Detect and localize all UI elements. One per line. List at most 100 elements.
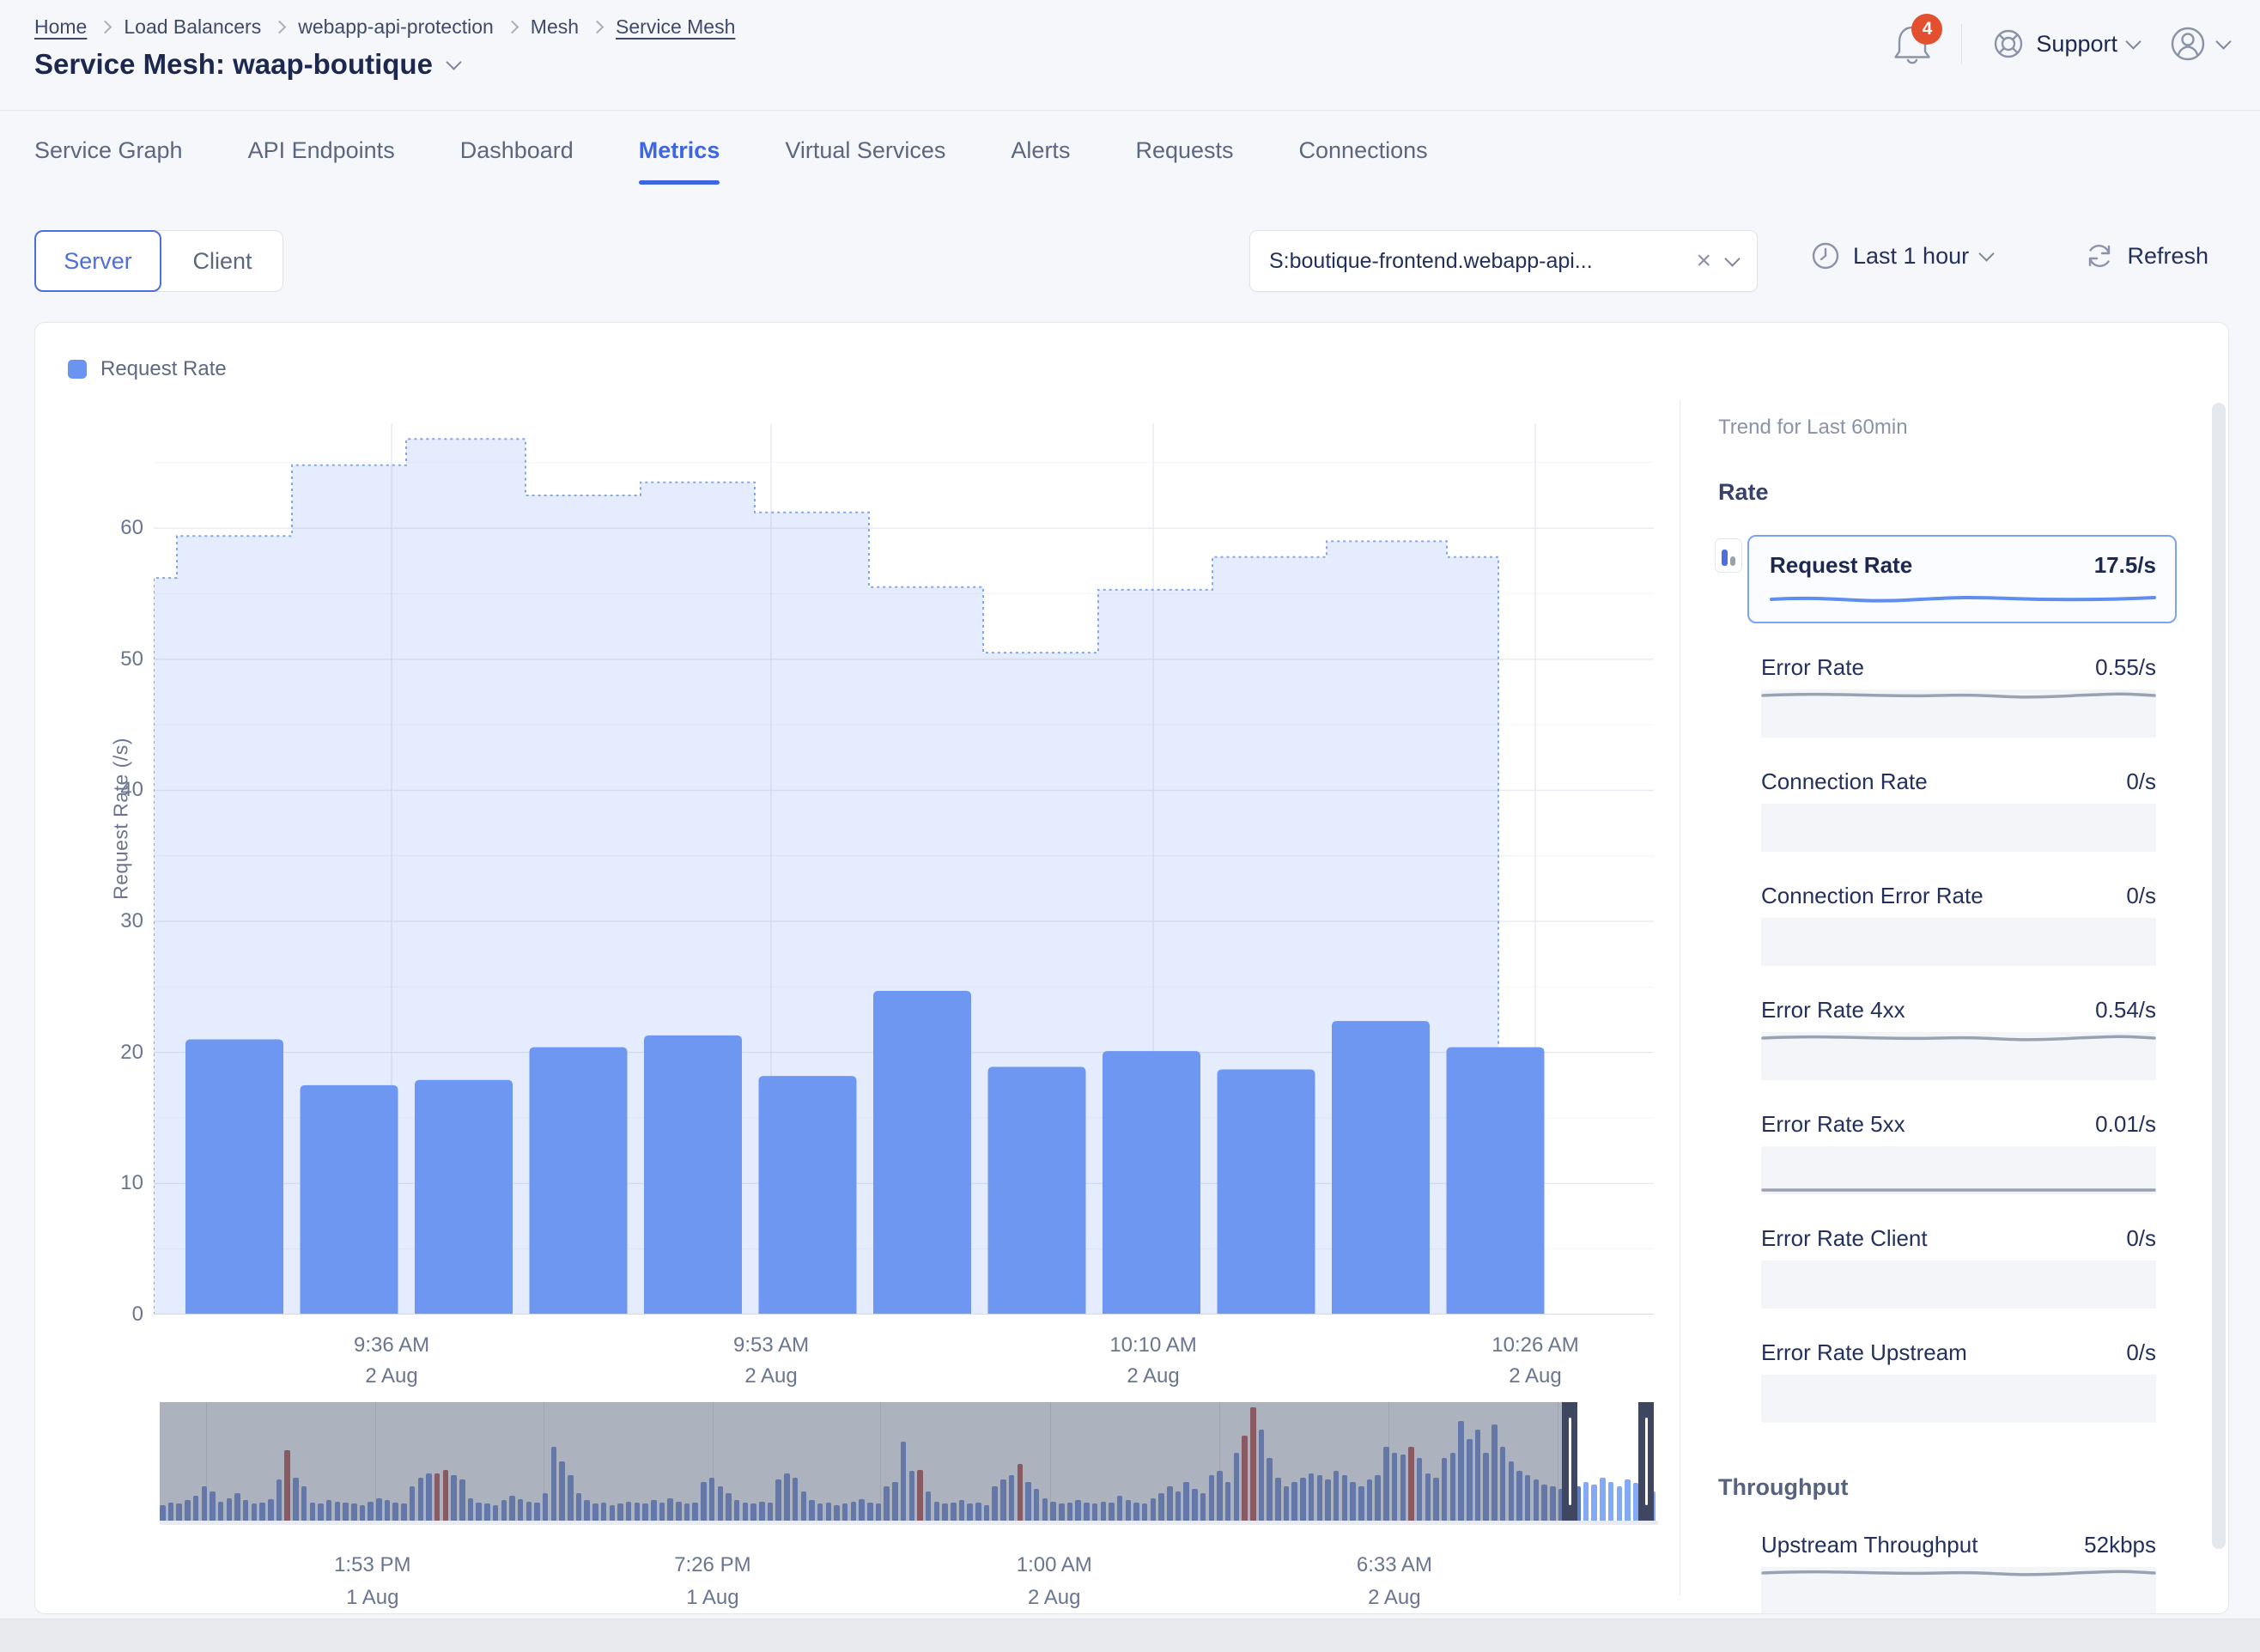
y-axis-tick-label: 40 — [70, 778, 143, 802]
metric-upstream-throughput[interactable]: Upstream Throughput52kbps — [1761, 1532, 2156, 1614]
sparkline — [1770, 591, 2156, 608]
time-range-picker[interactable]: Last 1 hour — [1810, 240, 1992, 271]
tab-dashboard[interactable]: Dashboard — [460, 137, 574, 185]
metric-connection-error-rate[interactable]: Connection Error Rate 0/s — [1761, 883, 2156, 966]
metric-label: Error Rate 4xx — [1761, 997, 1905, 1023]
title-chevron-down-icon[interactable] — [446, 54, 461, 70]
metric-value: 0.55/s — [2095, 654, 2156, 681]
brush-handle-left[interactable] — [1562, 1402, 1577, 1521]
metric-label: Error Rate 5xx — [1761, 1111, 1905, 1138]
notification-badge: 4 — [1911, 14, 1942, 45]
tab-requests[interactable]: Requests — [1135, 137, 1233, 185]
x-axis-tick-label: 10:10 AM2 Aug — [1084, 1330, 1222, 1392]
y-axis-tick-label: 50 — [70, 647, 143, 671]
metric-error-rate-5xx[interactable]: Error Rate 5xx 0.01/s — [1761, 1111, 2156, 1194]
request-rate-bar[interactable] — [1332, 1021, 1430, 1315]
metric-value: 0/s — [2126, 883, 2156, 909]
metric-sparkline-box — [1761, 1260, 2156, 1309]
y-axis-tick-label: 20 — [70, 1041, 143, 1065]
refresh-button[interactable]: Refresh — [2084, 240, 2208, 271]
metric-error-rate-client[interactable]: Error Rate Client0/s — [1761, 1225, 2156, 1309]
request-rate-bar[interactable] — [1103, 1051, 1200, 1315]
request-rate-bar[interactable] — [301, 1085, 398, 1315]
page-title-row: Service Mesh: waap-boutique — [34, 48, 459, 81]
request-rate-bar[interactable] — [759, 1076, 857, 1315]
metric-error-rate-4xx[interactable]: Error Rate 4xx0.54/s — [1761, 997, 2156, 1080]
tab-bar: Service Graph API Endpoints Dashboard Metri… — [34, 137, 1428, 185]
mini-x-axis-tick-label: 1:00 AM2 Aug — [986, 1549, 1123, 1614]
clear-filter-icon[interactable]: × — [1696, 248, 1711, 274]
mini-bar — [1583, 1482, 1589, 1521]
metric-sparkline-box — [1761, 689, 2156, 738]
tab-metrics[interactable]: Metrics — [639, 137, 720, 185]
rate-section-header: Rate — [1718, 479, 2190, 506]
breadcrumb-item-webapp-api-protection[interactable]: webapp-api-protection — [298, 15, 494, 39]
metric-label: Connection Error Rate — [1761, 883, 1984, 909]
metric-sparkline-box — [1761, 1567, 2156, 1614]
page-title: Service Mesh: waap-boutique — [34, 48, 433, 81]
avatar-icon — [2168, 24, 2208, 64]
chart-svg — [154, 423, 1654, 1315]
lifebuoy-icon — [1991, 27, 2026, 61]
time-range-value: Last 1 hour — [1853, 243, 1969, 270]
breadcrumb-item-service-mesh[interactable]: Service Mesh — [616, 15, 735, 39]
account-menu[interactable] — [2168, 24, 2229, 64]
segment-client[interactable]: Client — [156, 230, 283, 292]
metric-value: 0/s — [2126, 768, 2156, 795]
breadcrumb-separator-icon — [506, 21, 519, 34]
server-client-toggle: ServerClient — [34, 230, 283, 292]
timeline-brush-chart[interactable] — [160, 1402, 1658, 1521]
request-rate-bar[interactable] — [1218, 1070, 1315, 1315]
support-menu[interactable]: Support — [1991, 27, 2139, 61]
metric-sparkline-box — [1761, 804, 2156, 852]
sparkline — [1761, 1032, 2156, 1080]
tab-alerts[interactable]: Alerts — [1011, 137, 1070, 185]
metric-label: Connection Rate — [1761, 768, 1928, 795]
brush-handle-right[interactable] — [1638, 1402, 1654, 1521]
request-rate-bar[interactable] — [873, 991, 971, 1315]
metric-label: Error Rate — [1761, 654, 1864, 681]
breadcrumb-item-load-balancers[interactable]: Load Balancers — [124, 15, 261, 39]
metric-value: 0.01/s — [2095, 1111, 2156, 1138]
metric-error-rate[interactable]: Error Rate 0.55/s — [1761, 654, 2156, 738]
legend-swatch — [68, 360, 87, 379]
sparkline — [1761, 1260, 2156, 1309]
metrics-card: Request Rate Request Rate (/s) 010203040… — [34, 322, 2229, 1614]
mini-bar — [1625, 1479, 1631, 1521]
x-axis-tick-label: 9:53 AM2 Aug — [702, 1330, 840, 1392]
request-rate-bar[interactable] — [185, 1039, 283, 1315]
tab-connections[interactable]: Connections — [1299, 137, 1428, 185]
breadcrumb-separator-icon — [99, 21, 112, 34]
tab-virtual-services[interactable]: Virtual Services — [785, 137, 945, 185]
metric-label: Error Rate Upstream — [1761, 1339, 1967, 1366]
request-rate-bar[interactable] — [415, 1080, 513, 1315]
segment-server[interactable]: Server — [34, 230, 161, 292]
x-axis-tick-label: 9:36 AM2 Aug — [323, 1330, 460, 1392]
service-filter-select[interactable]: S:boutique-frontend.webapp-api... × — [1249, 230, 1758, 292]
support-chevron-down-icon — [2125, 33, 2141, 49]
tab-service-graph[interactable]: Service Graph — [34, 137, 183, 185]
metric-error-rate-upstream[interactable]: Error Rate Upstream0/s — [1761, 1339, 2156, 1423]
tab-api-endpoints[interactable]: API Endpoints — [248, 137, 395, 185]
request-rate-chart[interactable] — [154, 423, 1654, 1315]
metric-value: 17.5/s — [2094, 552, 2156, 579]
breadcrumb-item-home[interactable]: Home — [34, 15, 87, 39]
metric-request-rate-selected[interactable]: Request Rate 17.5/s — [1747, 535, 2177, 623]
metric-connection-rate[interactable]: Connection Rate 0/s — [1761, 768, 2156, 852]
sparkline — [1761, 918, 2156, 966]
refresh-label: Refresh — [2127, 243, 2208, 270]
notifications-button[interactable]: 4 — [1892, 22, 1932, 65]
metric-label: Request Rate — [1770, 552, 1912, 579]
request-rate-bar[interactable] — [644, 1036, 742, 1315]
timeline-baseline — [160, 1521, 1658, 1525]
metric-value: 52kbps — [2084, 1532, 2156, 1558]
bottom-band — [0, 1619, 2260, 1652]
request-rate-bar[interactable] — [988, 1066, 1086, 1315]
breadcrumb-item-mesh[interactable]: Mesh — [531, 15, 579, 39]
chart-legend[interactable]: Request Rate — [68, 357, 227, 381]
y-axis-title: Request Rate (/s) — [110, 708, 133, 931]
mini-x-axis-tick-label: 7:26 PM1 Aug — [644, 1549, 781, 1614]
sidebar-scrollbar[interactable] — [2212, 403, 2226, 1549]
request-rate-bar[interactable] — [1447, 1048, 1545, 1315]
request-rate-bar[interactable] — [530, 1048, 628, 1315]
